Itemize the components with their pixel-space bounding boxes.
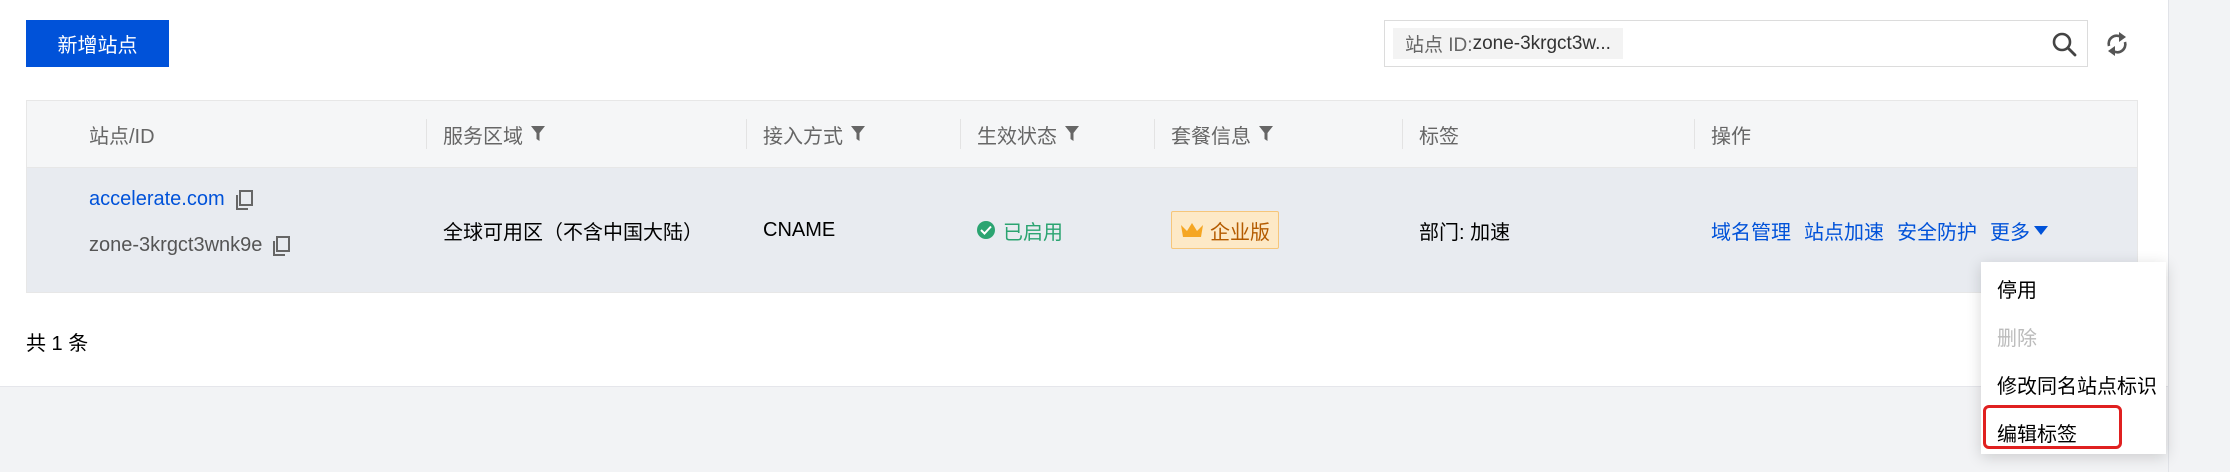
main-panel: 新增站点 站点 ID: zone-3krgct3w... 站点/ID 服务区域 xyxy=(0,0,2168,387)
search-filter-key: 站点 ID: xyxy=(1405,35,1473,56)
region-cell: 全球可用区（不含中国大陆） xyxy=(443,221,703,244)
header-region[interactable]: 服务区域 xyxy=(426,101,545,167)
access-cell: CNAME xyxy=(763,218,836,241)
search-icon[interactable] xyxy=(2051,31,2077,57)
highlight-box xyxy=(1983,405,2122,449)
filter-icon[interactable] xyxy=(531,126,545,142)
filter-icon[interactable] xyxy=(1065,126,1079,142)
table-header: 站点/ID 服务区域 接入方式 生效状态 套餐信息 标签 操作 xyxy=(27,101,2137,168)
header-plan[interactable]: 套餐信息 xyxy=(1154,101,1273,167)
zone-id-text: zone-3krgct3wnk9e xyxy=(89,234,263,256)
column-divider xyxy=(960,119,961,149)
more-label: 更多 xyxy=(1990,221,2030,244)
header-label: 生效状态 xyxy=(977,125,1057,148)
header-status[interactable]: 生效状态 xyxy=(960,101,1079,167)
refresh-icon[interactable] xyxy=(2104,29,2130,59)
copy-icon[interactable] xyxy=(272,235,291,256)
header-actions: 操作 xyxy=(1694,101,1751,167)
add-site-button[interactable]: 新增站点 xyxy=(26,20,169,67)
menu-item-disable[interactable]: 停用 xyxy=(1997,274,2037,303)
site-cell: accelerate.com xyxy=(89,188,253,211)
check-circle-icon xyxy=(977,221,995,239)
zone-id-cell: zone-3krgct3wnk9e xyxy=(89,234,291,257)
header-label: 服务区域 xyxy=(443,125,523,148)
status-text: 已启用 xyxy=(1003,221,1063,244)
search-filter-tag[interactable]: 站点 ID: zone-3krgct3w... xyxy=(1393,28,1623,59)
header-label: 接入方式 xyxy=(763,125,843,148)
header-tags: 标签 xyxy=(1402,101,1459,167)
plan-cell: 企业版 xyxy=(1171,211,1279,249)
search-filter-value: zone-3krgct3w... xyxy=(1472,32,1611,54)
header-access[interactable]: 接入方式 xyxy=(746,101,865,167)
domain-management-link[interactable]: 域名管理 xyxy=(1711,216,1791,245)
scrollbar[interactable] xyxy=(2168,0,2230,472)
column-divider xyxy=(1402,119,1403,149)
column-divider xyxy=(1154,119,1155,149)
header-label: 操作 xyxy=(1711,125,1751,148)
caret-down-icon xyxy=(2034,225,2048,235)
search-input[interactable]: 站点 ID: zone-3krgct3w... xyxy=(1384,20,2088,67)
sites-table: 站点/ID 服务区域 接入方式 生效状态 套餐信息 标签 操作 accelera… xyxy=(26,100,2138,293)
column-divider xyxy=(746,119,747,149)
copy-icon[interactable] xyxy=(235,189,253,210)
header-label: 站点/ID xyxy=(89,125,155,148)
filter-icon[interactable] xyxy=(851,126,865,142)
security-protection-link[interactable]: 安全防护 xyxy=(1897,216,1977,245)
filter-icon[interactable] xyxy=(1259,126,1273,142)
plan-badge: 企业版 xyxy=(1171,211,1279,249)
header-label: 标签 xyxy=(1419,125,1459,148)
more-dropdown-button[interactable]: 更多 xyxy=(1990,216,2048,245)
table-row: accelerate.com zone-3krgct3wnk9e 全球可用区（不… xyxy=(27,168,2137,292)
column-divider xyxy=(1694,119,1695,149)
status-cell: 已启用 xyxy=(977,168,1063,292)
column-divider xyxy=(426,119,427,149)
tag-cell: 部门: 加速 xyxy=(1419,221,1511,244)
header-site-id: 站点/ID xyxy=(89,101,155,167)
crown-icon xyxy=(1181,223,1203,237)
header-label: 套餐信息 xyxy=(1171,125,1251,148)
site-link[interactable]: accelerate.com xyxy=(89,188,225,211)
menu-item-delete: 删除 xyxy=(1997,328,2037,350)
total-count: 共 1 条 xyxy=(26,333,89,355)
site-acceleration-link[interactable]: 站点加速 xyxy=(1804,216,1884,245)
plan-text: 企业版 xyxy=(1210,221,1270,244)
menu-item-rename-identifier[interactable]: 修改同名站点标识 xyxy=(1997,370,2157,399)
